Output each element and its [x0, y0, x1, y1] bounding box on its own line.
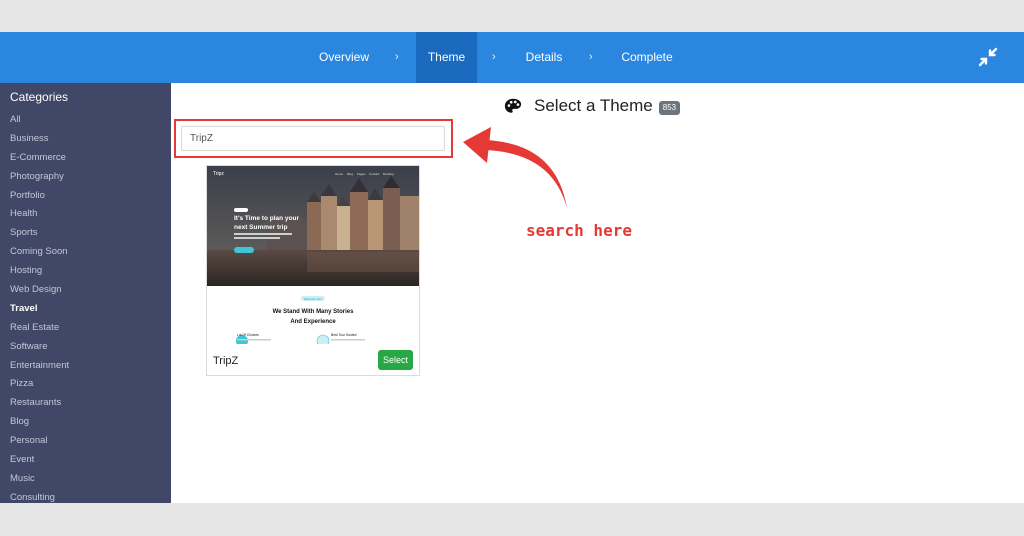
preview-nav-item: Pages	[357, 172, 366, 176]
page-title: Select a Theme	[534, 96, 653, 115]
preview-nav-item: Blog	[347, 172, 353, 176]
sidebar-item-pizza[interactable]: Pizza	[0, 375, 171, 394]
sidebar-item-hosting[interactable]: Hosting	[0, 262, 171, 281]
chevron-right-icon: ›	[492, 51, 496, 63]
preview-hero-line2: next Summer trip	[234, 224, 287, 231]
preview-hero-line1: It's Time to plan your	[234, 215, 299, 222]
bottom-gutter	[0, 503, 1024, 536]
sidebar-item-photography[interactable]: Photography	[0, 168, 171, 187]
sidebar-item-ecommerce[interactable]: E-Commerce	[0, 149, 171, 168]
preview-section-tag: Welcome Tour	[304, 297, 322, 301]
sidebar-item-restaurants[interactable]: Restaurants	[0, 394, 171, 413]
collapse-icon[interactable]	[976, 45, 1000, 69]
sidebar-item-real-estate[interactable]: Real Estate	[0, 319, 171, 338]
chevron-right-icon: ›	[589, 51, 593, 63]
sidebar-item-health[interactable]: Health	[0, 205, 171, 224]
annotation-text: search here	[526, 221, 632, 240]
category-sidebar: Categories All Business E-Commerce Photo…	[0, 83, 171, 503]
sidebar-item-software[interactable]: Software	[0, 338, 171, 357]
theme-preview-image[interactable]: Tripz Home Blog Pages Contact Booking It…	[207, 166, 419, 344]
sidebar-item-music[interactable]: Music	[0, 470, 171, 489]
select-theme-button[interactable]: Select	[378, 350, 413, 370]
palette-icon	[504, 98, 522, 113]
theme-name: TripZ	[213, 355, 239, 367]
step-overview[interactable]: Overview	[306, 32, 382, 83]
preview-nav-item: Home	[335, 172, 343, 176]
wizard-steps: Overview › Theme › Details › Complete	[0, 32, 1024, 83]
search-input[interactable]	[181, 126, 445, 151]
sidebar-item-sports[interactable]: Sports	[0, 224, 171, 243]
preview-heading-line2: And Experience	[290, 319, 336, 325]
preview-nav-item: Contact	[369, 172, 380, 176]
annotation-arrow-icon	[463, 127, 567, 208]
chevron-right-icon: ›	[395, 51, 399, 63]
preview-feature2: Best Tour Guided	[331, 333, 357, 337]
theme-card[interactable]: Tripz Home Blog Pages Contact Booking It…	[206, 165, 420, 376]
sidebar-item-event[interactable]: Event	[0, 451, 171, 470]
sidebar-item-entertainment[interactable]: Entertainment	[0, 357, 171, 376]
sidebar-item-travel[interactable]: Travel	[0, 300, 171, 319]
main-content: Select a Theme 853 TripZ Tripz Home Blog…	[171, 83, 1024, 503]
sidebar-title: Categories	[10, 90, 69, 104]
theme-count-badge: 853	[658, 101, 681, 115]
sidebar-item-all[interactable]: All	[0, 111, 171, 130]
sidebar-item-consulting[interactable]: Consulting	[0, 489, 171, 503]
preview-feature1: Lot Of Choices	[237, 333, 259, 337]
preview-brand: Tripz	[213, 171, 224, 177]
theme-preview: Tripz Home Blog Pages Contact Booking It…	[207, 166, 419, 344]
sidebar-item-personal[interactable]: Personal	[0, 432, 171, 451]
sidebar-item-business[interactable]: Business	[0, 130, 171, 149]
page-header: Select a Theme 853	[504, 94, 681, 118]
sidebar-item-blog[interactable]: Blog	[0, 413, 171, 432]
wizard-bar: Overview › Theme › Details › Complete	[0, 32, 1024, 83]
step-details[interactable]: Details	[513, 32, 575, 83]
preview-nav-item: Booking	[383, 172, 394, 176]
sidebar-item-web-design[interactable]: Web Design	[0, 281, 171, 300]
step-theme[interactable]: Theme	[416, 32, 477, 83]
sidebar-item-portfolio[interactable]: Portfolio	[0, 187, 171, 206]
preview-heading-line1: We Stand With Many Stories	[273, 309, 355, 315]
step-complete[interactable]: Complete	[611, 32, 683, 83]
sidebar-item-coming-soon[interactable]: Coming Soon	[0, 243, 171, 262]
